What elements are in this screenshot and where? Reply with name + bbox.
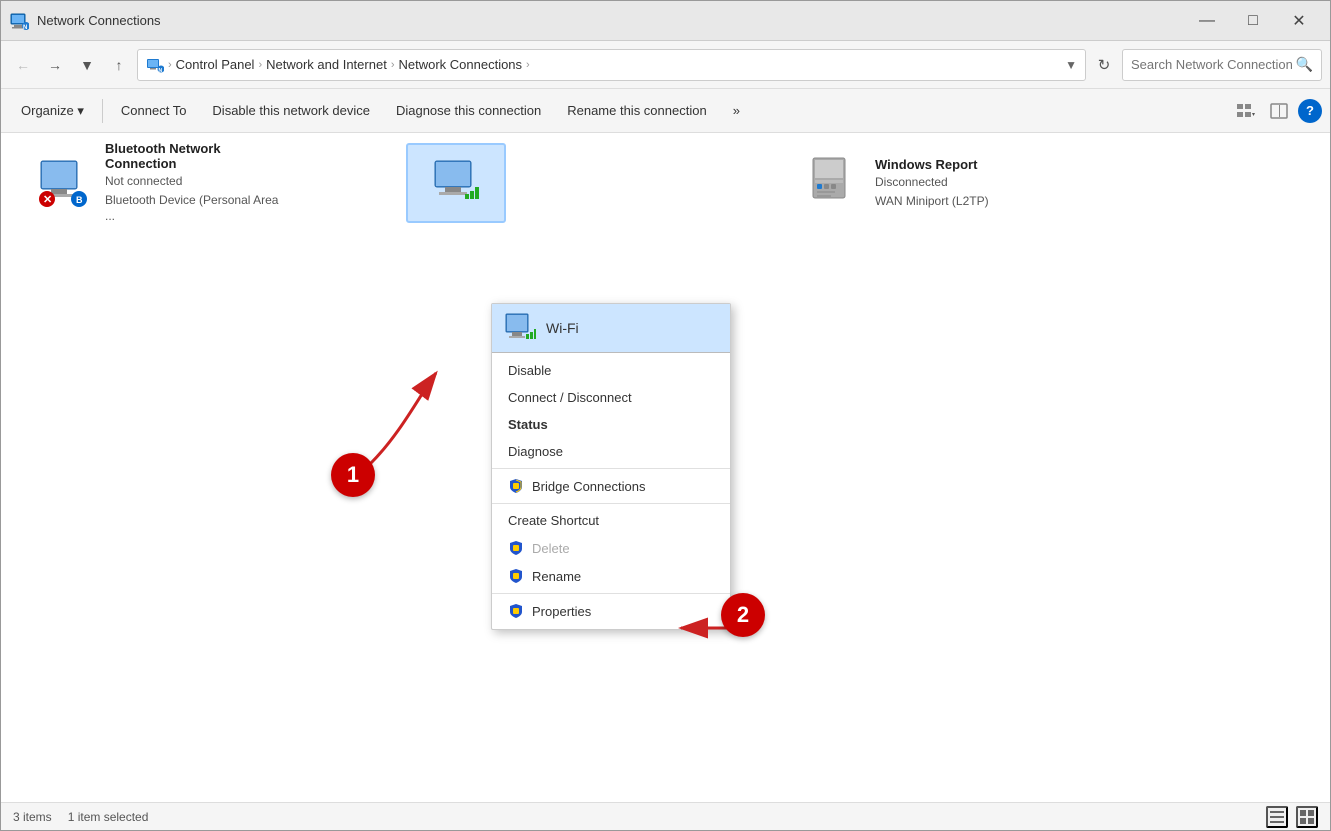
windows-report-icon (803, 153, 863, 213)
up-button[interactable]: ↑ (105, 51, 133, 79)
ctx-item-disable[interactable]: Disable (492, 357, 730, 384)
ctx-item-bridge[interactable]: Bridge Connections (492, 472, 730, 500)
address-path[interactable]: N › Control Panel › Network and Internet… (137, 49, 1086, 81)
pane-button[interactable] (1264, 96, 1294, 126)
path-network-connections[interactable]: Network Connections (398, 57, 522, 72)
connect-to-button[interactable]: Connect To (109, 93, 199, 129)
context-menu-title: Wi-Fi (546, 320, 579, 336)
refresh-button[interactable]: ↻ (1090, 51, 1118, 79)
windows-report-info: Windows Report Disconnected WAN Miniport… (875, 157, 989, 210)
step-badge-2: 2 (721, 593, 765, 637)
tile-view-icon (1299, 809, 1315, 825)
step-badge-1: 1 (331, 453, 375, 497)
status-tile-view-btn[interactable] (1296, 806, 1318, 828)
network-item-windows-report[interactable]: Windows Report Disconnected WAN Miniport… (791, 143, 1071, 223)
bluetooth-status: Not connected (105, 173, 289, 190)
wifi-selected-highlight[interactable] (406, 143, 506, 223)
windows-report-status: Disconnected (875, 174, 989, 191)
ctx-item-connect-disconnect[interactable]: Connect / Disconnect (492, 384, 730, 411)
ctx-item-rename[interactable]: Rename (492, 562, 730, 590)
organize-button[interactable]: Organize ▾ (9, 93, 96, 129)
wifi-computer-icon (429, 156, 484, 211)
shield-icon-delete (508, 540, 524, 556)
back-button[interactable]: ← (9, 51, 37, 79)
bluetooth-name: Bluetooth Network Connection (105, 141, 289, 171)
ctx-item-properties[interactable]: Properties (492, 597, 730, 625)
recent-button[interactable]: ▼ (73, 51, 101, 79)
svg-text:N: N (159, 68, 163, 74)
ctx-item-create-shortcut[interactable]: Create Shortcut (492, 507, 730, 534)
items-count: 3 items (13, 810, 52, 824)
search-icon: 🔍 (1296, 56, 1313, 73)
rename-button[interactable]: Rename this connection (555, 93, 718, 129)
maximize-button[interactable]: □ (1230, 1, 1276, 41)
shield-icon-rename (508, 568, 524, 584)
svg-text:B: B (76, 195, 83, 205)
toolbar-right: ? (1230, 96, 1322, 126)
statusbar-right (1266, 806, 1318, 828)
computer-icon-bt: ✕ B (33, 153, 93, 213)
ctx-item-diagnose[interactable]: Diagnose (492, 438, 730, 465)
context-menu-items: Disable Connect / Disconnect Status Diag… (492, 353, 730, 629)
window-icon: N (9, 11, 29, 31)
svg-text:✕: ✕ (43, 194, 52, 206)
ctx-item-status[interactable]: Status (492, 411, 730, 438)
bluetooth-device: Bluetooth Device (Personal Area ... (105, 192, 289, 226)
close-button[interactable]: ✕ (1276, 1, 1322, 41)
windows-report-device: WAN Miniport (L2TP) (875, 193, 989, 210)
path-network-internet[interactable]: Network and Internet (266, 57, 387, 72)
toolbar: Organize ▾ Connect To Disable this netwo… (1, 89, 1330, 133)
windows-report-name: Windows Report (875, 157, 989, 172)
path-sep-3: › (391, 59, 395, 71)
context-menu: Wi-Fi Disable Connect / Disconnect Statu… (491, 303, 731, 630)
window-title: Network Connections (37, 13, 1184, 28)
titlebar: N Network Connections — □ ✕ (1, 1, 1330, 41)
ctx-header-icon (504, 312, 536, 344)
minimize-button[interactable]: — (1184, 1, 1230, 41)
ctx-sep-1 (492, 468, 730, 469)
svg-text:N: N (23, 25, 27, 31)
ctx-sep-3 (492, 593, 730, 594)
network-item-bluetooth[interactable]: ✕ B Bluetooth Network Connection Not con… (21, 143, 301, 223)
forward-button[interactable]: → (41, 51, 69, 79)
toolbar-separator-1 (102, 99, 103, 123)
help-button[interactable]: ? (1298, 99, 1322, 123)
addressbar: ← → ▼ ↑ N › Control Panel › Network and … (1, 41, 1330, 89)
diagnose-button[interactable]: Diagnose this connection (384, 93, 553, 129)
titlebar-controls: — □ ✕ (1184, 1, 1322, 41)
content-area: ✕ B Bluetooth Network Connection Not con… (1, 133, 1330, 802)
list-view-icon (1269, 809, 1285, 825)
bluetooth-icon: ✕ B (33, 153, 93, 213)
ctx-sep-2 (492, 503, 730, 504)
wifi-icon-container (429, 156, 484, 211)
arrow-1 (281, 333, 481, 533)
shield-icon-bridge (508, 478, 524, 494)
ctx-item-delete[interactable]: Delete (492, 534, 730, 562)
bluetooth-info: Bluetooth Network Connection Not connect… (105, 141, 289, 225)
path-sep-4: › (526, 59, 530, 71)
path-dropdown-arrow[interactable]: ▼ (1065, 58, 1077, 72)
view-options-button[interactable] (1230, 96, 1260, 126)
search-box[interactable]: 🔍 (1122, 49, 1322, 81)
window: N Network Connections — □ ✕ ← → ▼ ↑ N › … (0, 0, 1331, 831)
selected-count: 1 item selected (68, 810, 149, 824)
path-sep-1: › (168, 59, 172, 71)
statusbar: 3 items 1 item selected (1, 802, 1330, 830)
shield-icon-properties (508, 603, 524, 619)
computer-icon-wan (803, 153, 863, 213)
path-sep-2: › (258, 59, 262, 71)
path-icon: N (146, 56, 164, 74)
search-input[interactable] (1131, 57, 1292, 72)
status-list-view-btn[interactable] (1266, 806, 1288, 828)
context-menu-header: Wi-Fi (492, 304, 730, 353)
path-control-panel[interactable]: Control Panel (176, 57, 255, 72)
disable-button[interactable]: Disable this network device (200, 93, 382, 129)
more-button[interactable]: » (721, 93, 752, 129)
